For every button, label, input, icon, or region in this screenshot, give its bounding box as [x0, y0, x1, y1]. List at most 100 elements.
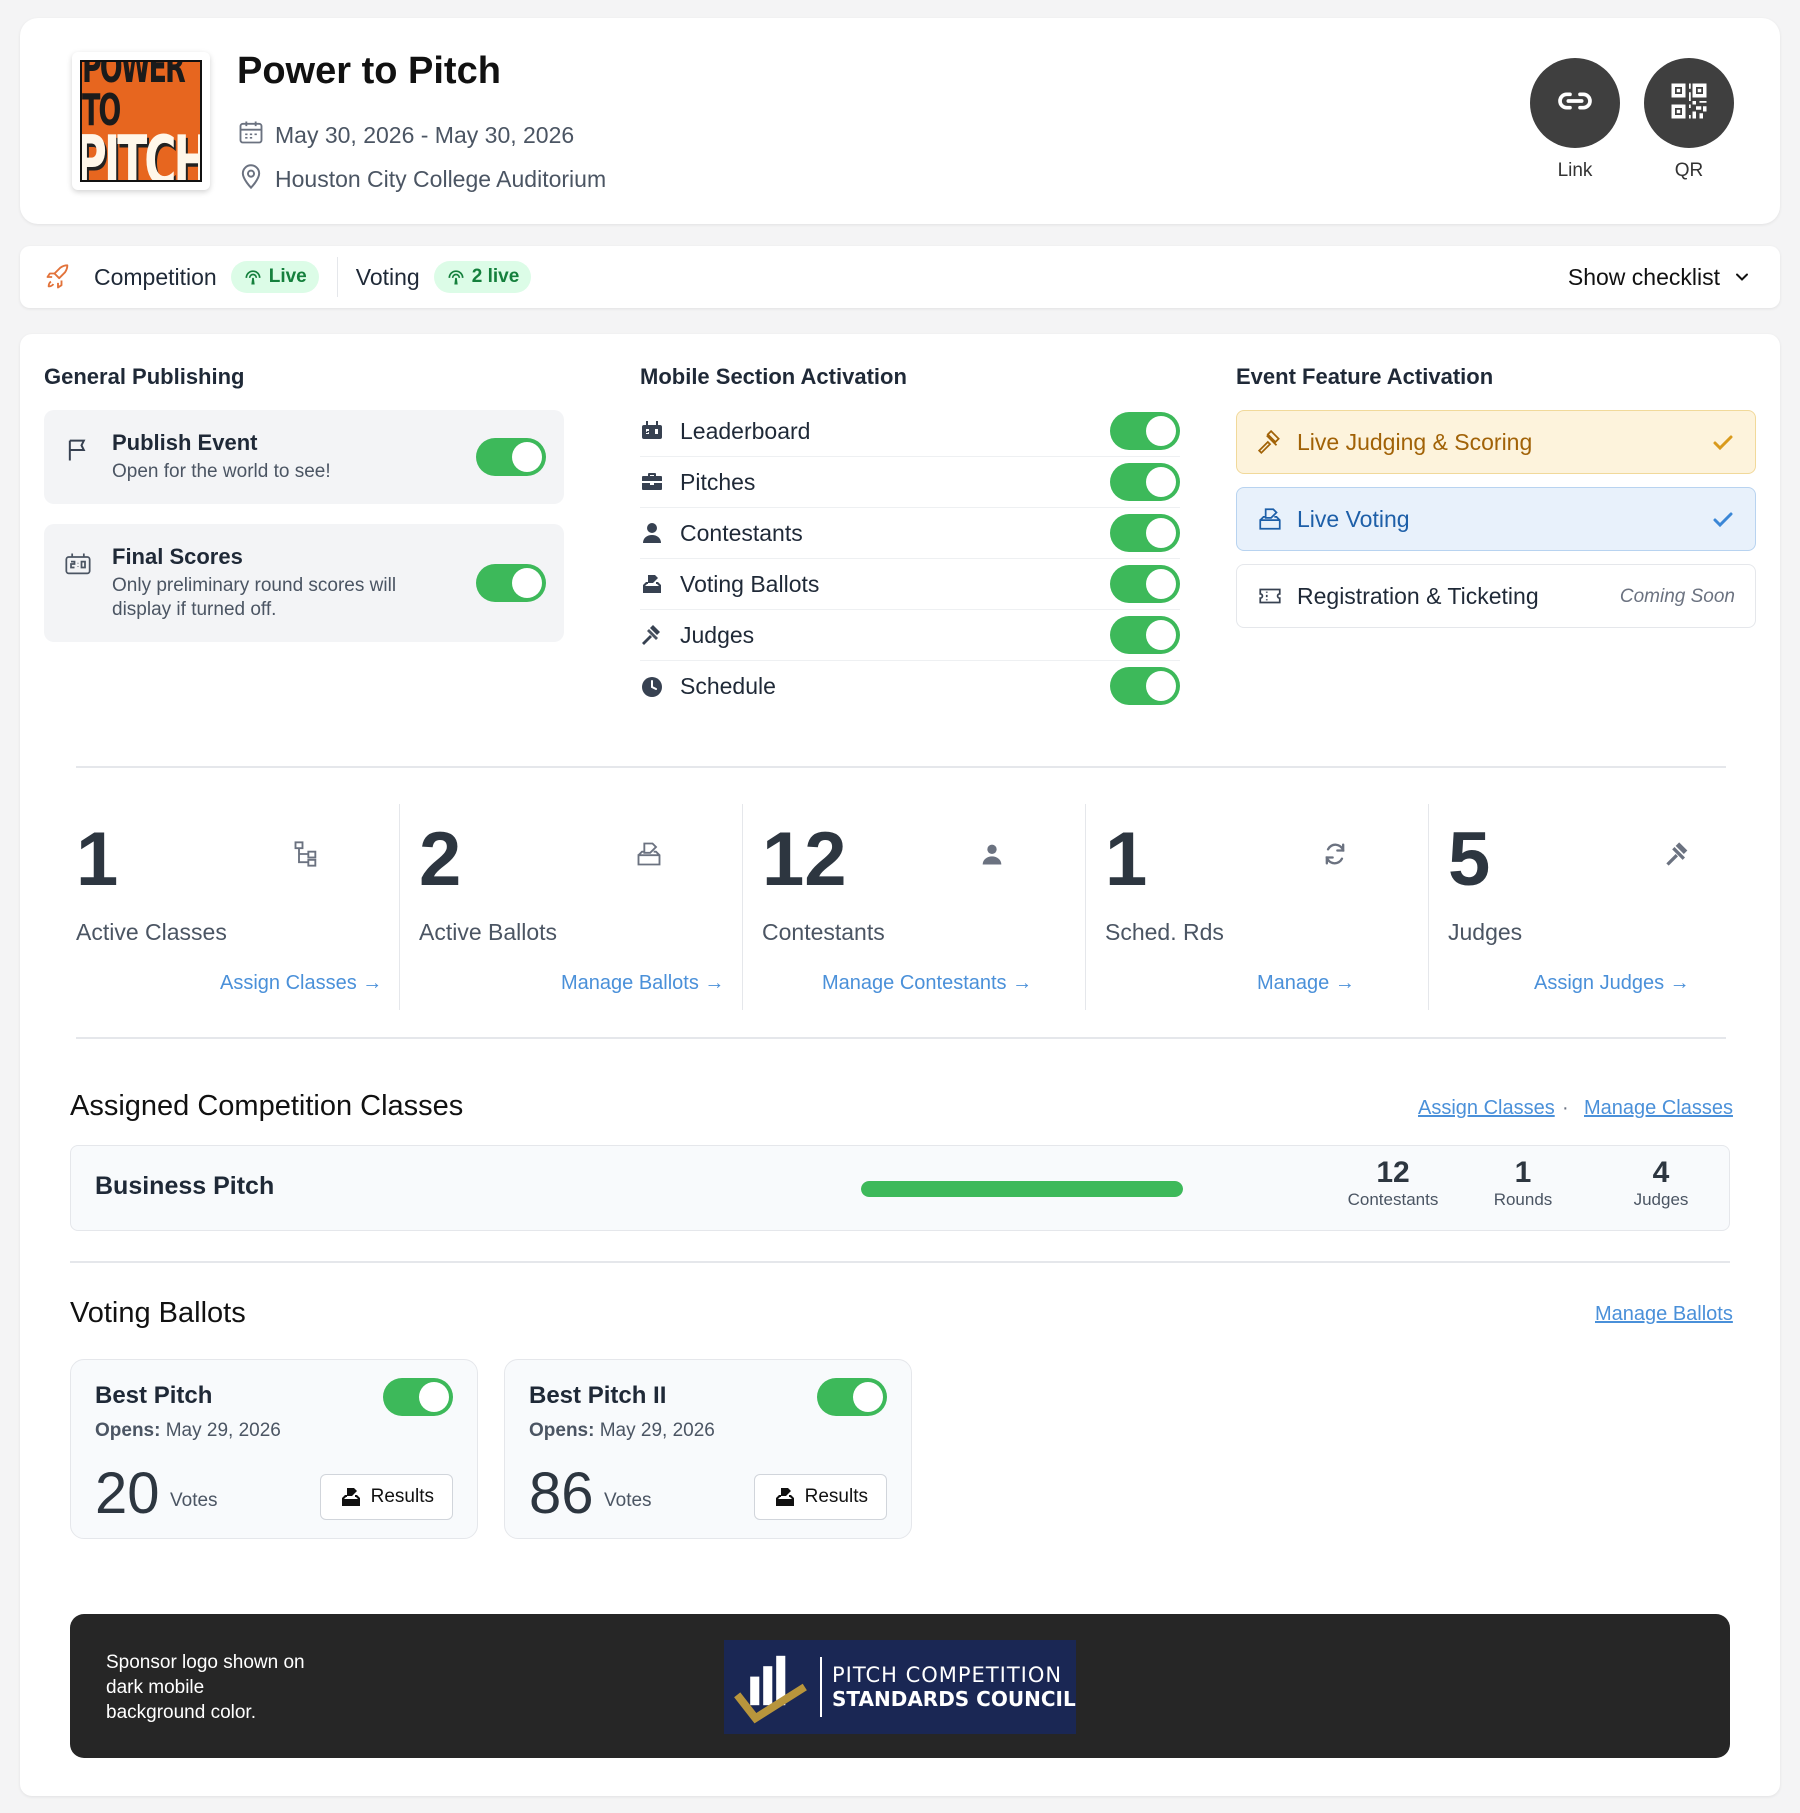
publish-event-description: Open for the world to see!: [112, 461, 331, 482]
status-divider: [336, 257, 338, 297]
manage-rounds-link[interactable]: Manage →: [1257, 972, 1355, 995]
ballot-toggle[interactable]: [383, 1378, 453, 1416]
gavel-icon: [1257, 429, 1283, 455]
stat-value: 1: [76, 817, 119, 902]
competition-label: Competition: [94, 263, 217, 290]
competition-live-badge: Live: [230, 261, 319, 293]
mobile-label-schedule: Schedule: [680, 673, 776, 699]
rocket-icon: [44, 263, 72, 291]
competition-badge-text: Live: [268, 266, 307, 287]
bar-chart-check-icon: [732, 1647, 810, 1727]
person-icon: [640, 521, 664, 545]
voting-label: Voting: [355, 263, 420, 290]
class-judges-value: 4: [1652, 1156, 1670, 1189]
logo-divider: [820, 1657, 822, 1717]
ballot-card-best-pitch: Best Pitch Opens: May 29, 2026 20 Votes …: [70, 1359, 478, 1539]
opens-label: Opens:: [95, 1420, 161, 1441]
class-judges-label: Judges: [1633, 1190, 1689, 1209]
event-title: Power to Pitch: [237, 50, 501, 92]
pitches-toggle[interactable]: [1110, 463, 1180, 501]
stat-value: 5: [1448, 817, 1491, 902]
link-label: Link: [1557, 160, 1593, 181]
event-header: POWER TO PITCH Power to Pitch May 30, 20…: [20, 18, 1780, 224]
sponsor-logo-line1: PITCH COMPETITION: [832, 1663, 1063, 1688]
broadcast-icon: [243, 267, 263, 287]
publish-event-row: Publish Event Open for the world to see!: [44, 410, 564, 504]
final-scores-row: Final Scores Only preliminary round scor…: [44, 524, 564, 642]
manage-ballots-link[interactable]: Manage Ballots →: [561, 972, 724, 995]
voting-ballots-toggle[interactable]: [1110, 565, 1180, 603]
sponsor-note: Sponsor logo shown on dark mobile backgr…: [106, 1652, 305, 1723]
gavel-icon: [1664, 840, 1692, 873]
schedule-toggle[interactable]: [1110, 667, 1180, 705]
votes-label: Votes: [170, 1490, 218, 1511]
class-row-business-pitch[interactable]: Business Pitch 12 Contestants 1 Rounds 4…: [70, 1145, 1730, 1231]
feature-registration[interactable]: Registration & Ticketing Coming Soon: [1236, 564, 1756, 628]
mobile-row-schedule: Schedule: [640, 661, 1180, 712]
divider: [76, 1037, 1726, 1039]
hierarchy-icon: [292, 840, 320, 873]
checkmark-icon: [1711, 508, 1735, 538]
voting-badge-text: 2 live: [471, 266, 520, 287]
mobile-label-voting-ballots: Voting Ballots: [680, 570, 820, 597]
publish-event-toggle[interactable]: [476, 438, 546, 476]
ticket-icon: [1257, 583, 1283, 609]
mobile-label-leaderboard: Leaderboard: [680, 417, 811, 444]
ballot-vote-count: 86: [529, 1461, 594, 1526]
opens-date: May 29, 2026: [599, 1420, 715, 1441]
event-date-row: May 30, 2026 - May 30, 2026: [237, 118, 574, 152]
mobile-section-title: Mobile Section Activation: [640, 364, 907, 389]
mobile-row-leaderboard: Leaderboard: [640, 406, 1180, 457]
manage-ballots-link[interactable]: Manage Ballots: [1595, 1303, 1733, 1326]
show-checklist-button[interactable]: Show checklist: [1568, 246, 1752, 308]
opens-date: May 29, 2026: [165, 1420, 281, 1441]
event-location: Houston City College Auditorium: [275, 165, 607, 192]
judges-toggle[interactable]: [1110, 616, 1180, 654]
ballot-toggle[interactable]: [817, 1378, 887, 1416]
manage-classes-link[interactable]: Manage Classes: [1584, 1097, 1733, 1120]
coming-soon-label: Coming Soon: [1619, 586, 1735, 607]
assign-judges-link[interactable]: Assign Judges →: [1534, 972, 1690, 995]
clock-icon: [640, 675, 664, 699]
event-location-row: Houston City College Auditorium: [237, 162, 606, 196]
class-name: Business Pitch: [95, 1172, 275, 1200]
person-icon: [978, 840, 1006, 873]
feature-live-voting[interactable]: Live Voting: [1236, 487, 1756, 551]
status-bar: Competition Live Voting 2 live Show chec…: [20, 246, 1780, 308]
feature-live-judging[interactable]: Live Judging & Scoring: [1236, 410, 1756, 474]
final-scores-toggle[interactable]: [476, 564, 546, 602]
stat-label: Active Ballots: [419, 919, 558, 945]
results-button[interactable]: Results: [319, 1474, 453, 1520]
leaderboard-toggle[interactable]: [1110, 412, 1180, 450]
ballot-name: Best Pitch: [95, 1382, 213, 1409]
show-checklist-label: Show checklist: [1567, 263, 1720, 290]
results-label: Results: [370, 1486, 434, 1507]
stat-label: Contestants: [762, 919, 885, 945]
voting-live-badge: 2 live: [433, 261, 532, 293]
mobile-row-judges: Judges: [640, 610, 1180, 661]
refresh-icon: [1321, 840, 1349, 873]
scoreboard-icon: [640, 419, 664, 443]
sponsor-preview: Sponsor logo shown on dark mobile backgr…: [70, 1614, 1730, 1758]
assigned-classes-title: Assigned Competition Classes: [70, 1090, 464, 1122]
copy-link-button[interactable]: [1530, 58, 1620, 148]
ballot-box-icon: [635, 840, 663, 873]
qr-code-button[interactable]: [1644, 58, 1734, 148]
mobile-row-voting-ballots: Voting Ballots: [640, 559, 1180, 610]
stat-value: 12: [762, 817, 847, 902]
calendar-icon: [237, 118, 265, 152]
class-contestants-stat: 12 Contestants: [1333, 1156, 1453, 1210]
class-progress-fill: [861, 1181, 1183, 1197]
chevron-down-icon: [1732, 267, 1752, 287]
contestants-toggle[interactable]: [1110, 514, 1180, 552]
stat-scheduled-rounds: 1 Sched. Rds Manage →: [1069, 804, 1412, 1010]
results-button[interactable]: Results: [753, 1474, 887, 1520]
manage-contestants-link[interactable]: Manage Contestants →: [822, 972, 1032, 995]
mobile-label-pitches: Pitches: [680, 468, 756, 495]
assign-classes-link[interactable]: Assign Classes →: [220, 972, 382, 995]
ballot-opens: Opens: May 29, 2026: [529, 1420, 715, 1442]
assign-classes-link[interactable]: Assign Classes: [1418, 1097, 1555, 1120]
stat-label: Active Classes: [76, 919, 227, 945]
class-rounds-stat: 1 Rounds: [1473, 1156, 1573, 1210]
sponsor-logo: PITCH COMPETITION STANDARDS COUNCIL: [724, 1640, 1076, 1734]
